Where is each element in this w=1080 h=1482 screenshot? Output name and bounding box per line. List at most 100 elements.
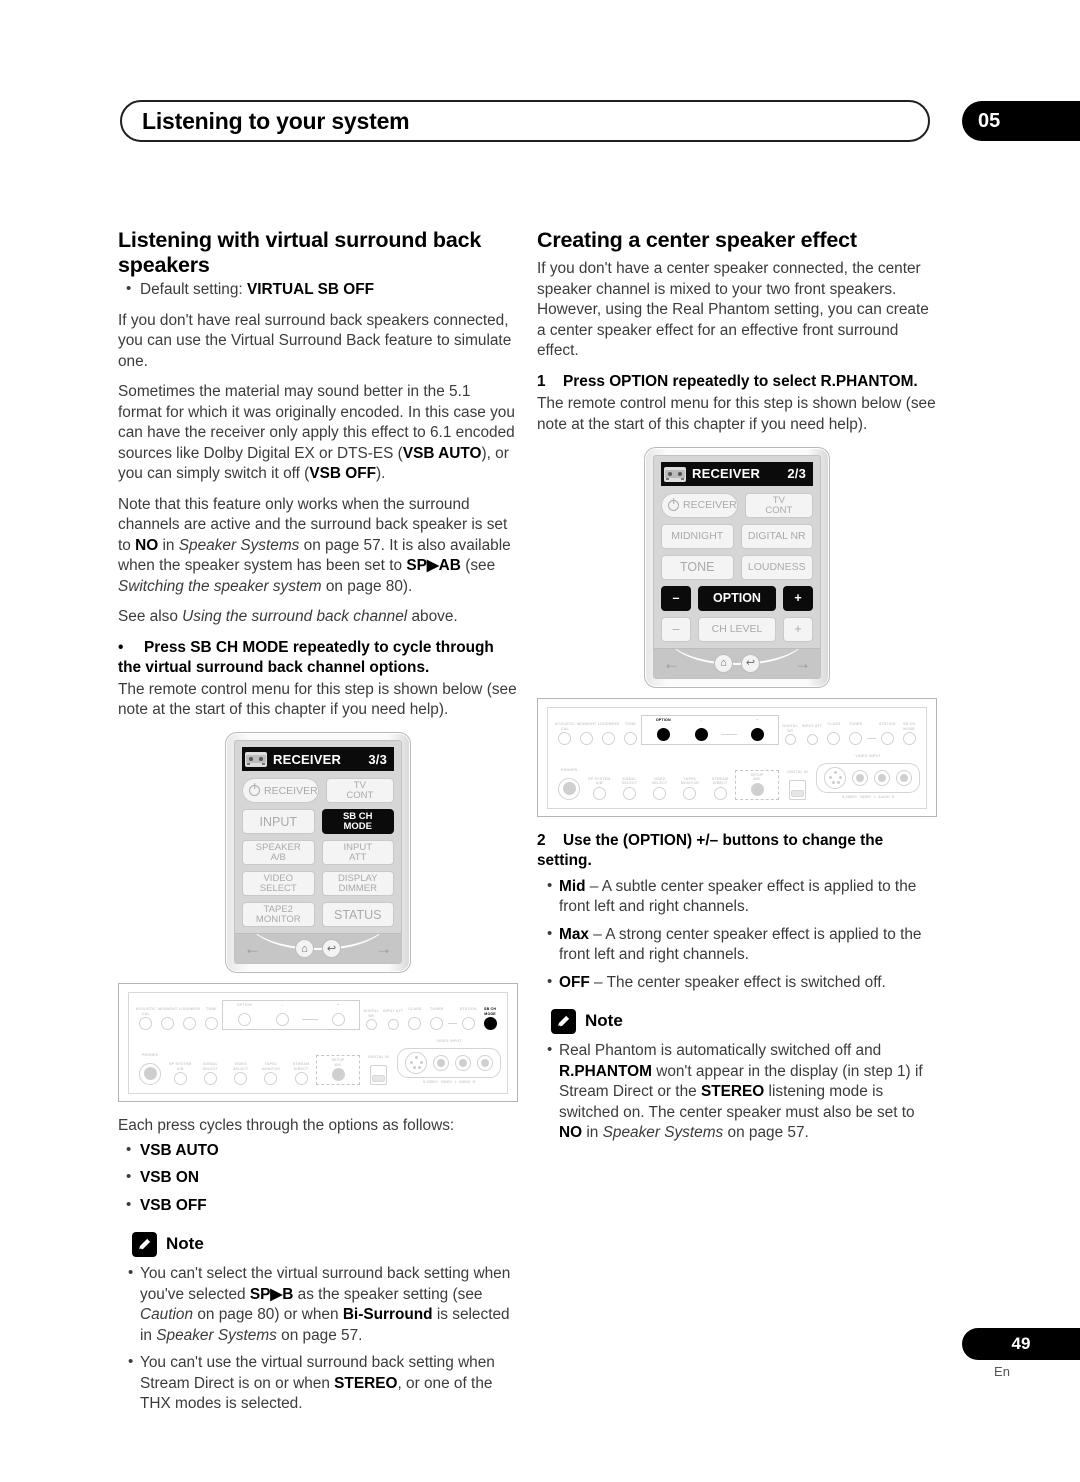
left-para-3b: in — [158, 536, 179, 554]
remote-button-midnight[interactable]: MIDNIGHT — [661, 524, 734, 550]
stereo-term: STEREO — [334, 1374, 398, 1392]
front-panel-diagram-right: ACOUSTIC CAL MIDNIGHT LOUDNESS TONE OPTI… — [537, 698, 937, 817]
knob-icon — [683, 786, 697, 800]
remote-button-display-dimmer[interactable]: DISPLAY DIMMER — [321, 871, 394, 897]
step-2-options-list: Mid – A subtle center speaker effect is … — [537, 876, 937, 993]
remote-button-tv-cont[interactable]: TV CONT — [744, 493, 813, 519]
remote-button-receiver[interactable]: RECEIVER — [242, 778, 319, 804]
knob-icon-highlighted — [483, 1017, 497, 1031]
back-icon[interactable]: ↩ — [741, 654, 760, 674]
list-item: VSB OFF — [118, 1195, 518, 1216]
panel-knob-signal-select: SIGNAL SELECT — [614, 777, 644, 800]
left-para-4: See also Using the surround back channel… — [118, 607, 518, 627]
optical-digital-in-icon — [789, 779, 807, 800]
page-header: Listening to your system 05 — [0, 100, 1080, 146]
step-2-number: 2 — [537, 831, 546, 849]
default-setting-label: Default setting: — [140, 281, 243, 299]
cycle-options-list: VSB AUTO VSB ON VSB OFF — [118, 1140, 518, 1216]
panel-label: + — [337, 1003, 340, 1008]
panel-label: MIDNIGHT — [577, 722, 597, 727]
cycle-intro: Each press cycles through the options as… — [118, 1117, 455, 1135]
knob-icon — [623, 732, 637, 746]
panel-label: STATION — [878, 722, 896, 727]
knob-icon — [203, 1072, 217, 1086]
left-arrow-icon[interactable]: ← — [663, 655, 680, 672]
knob-icon — [430, 1017, 444, 1031]
remote-button-tone[interactable]: TONE — [661, 555, 734, 581]
step-1-number: 1 — [537, 372, 546, 390]
panel-label: SETUP MIC — [750, 772, 764, 782]
remote-button-status[interactable]: STATUS — [321, 902, 394, 928]
left-column: Listening with virtual surround back spe… — [118, 228, 518, 1425]
panel-knob-stream-direct: STREAM DIRECT — [705, 777, 735, 800]
no-term: NO — [559, 1124, 583, 1142]
panel-label: TONE — [206, 1007, 217, 1012]
remote-button-speaker-ab[interactable]: SPEAKER A/B — [242, 840, 315, 866]
list-item: VSB AUTO — [118, 1140, 518, 1161]
back-icon[interactable]: ↩ — [322, 939, 341, 959]
vsb-auto-term: VSB AUTO — [402, 444, 482, 462]
note-text: in — [582, 1124, 603, 1142]
step-2-heading: 2 Use the (OPTION) +/– buttons to change … — [537, 831, 937, 872]
remote-button-receiver[interactable]: RECEIVER — [661, 493, 738, 519]
panel-connector — [721, 734, 738, 736]
remote-button-input-att[interactable]: INPUT ATT — [321, 840, 394, 866]
remote-button-ch-level[interactable]: CH LEVEL — [698, 617, 776, 643]
remote-row: – OPTION + — [661, 586, 813, 612]
remote-button-sb-ch-mode[interactable]: SB CH MODE — [321, 809, 394, 835]
left-para-2e: ). — [376, 465, 386, 483]
list-item: You can't use the virtual surround back … — [118, 1352, 518, 1414]
remote-button-option-minus[interactable]: – — [661, 586, 691, 612]
remote-screen-title-right: RECEIVER — [692, 466, 761, 482]
panel-knob-acoustic-cal: ACOUSTIC CAL — [135, 1007, 157, 1031]
remote-button-video-select[interactable]: VIDEO SELECT — [242, 871, 315, 897]
caution-ref: Caution — [140, 1306, 194, 1324]
step-1-text: Press OPTION repeatedly to select R.PHAN… — [563, 372, 918, 390]
panel-knob-tape2-monitor: TAPE2 MONITOR — [675, 777, 705, 800]
panel-digital-in: DIGITAL IN — [779, 770, 816, 800]
remote-button-option[interactable]: OPTION — [698, 586, 776, 612]
step-1-follow: The remote control menu for this step is… — [537, 395, 936, 433]
panel-connector — [447, 1023, 458, 1025]
remote-button-tape2-monitor[interactable]: TAPE2 MONITOR — [242, 902, 315, 928]
panel-connector — [302, 1019, 319, 1021]
audio-right-jack-icon — [896, 770, 913, 787]
knob-icon-highlighted — [656, 728, 670, 742]
setup-mic-jack-icon — [331, 1068, 345, 1082]
remote-button-input[interactable]: INPUT — [242, 809, 315, 835]
remote-button-option-plus[interactable]: + — [783, 586, 813, 612]
remote-row: SPEAKER A/B INPUT ATT — [242, 840, 394, 866]
knob-icon — [880, 732, 894, 746]
home-icon[interactable]: ⌂ — [714, 654, 733, 674]
panel-knob-sb-ch-mode: SB CH MODE — [479, 1007, 501, 1031]
left-arrow-icon[interactable]: ← — [244, 940, 261, 957]
jack-captions-left: S-VIDEO VIDEO L AUDIO R — [422, 1080, 476, 1085]
right-arrow-icon[interactable]: → — [794, 655, 811, 672]
remote-button-tv-cont[interactable]: TV CONT — [325, 778, 394, 804]
remote-button-ch-level-plus[interactable]: + — [783, 617, 813, 643]
knob-icon-highlighted — [750, 728, 764, 742]
remote-button-loudness[interactable]: LOUDNESS — [740, 555, 813, 581]
video-jack-icon — [852, 770, 869, 787]
power-icon — [668, 500, 679, 512]
left-para-2: Sometimes the material may sound better … — [118, 382, 518, 484]
chapter-badge: 05 — [962, 101, 1080, 141]
s-video-jack-icon — [405, 1052, 428, 1075]
panel-knob-setup-mic: SETUP MIC — [739, 773, 775, 796]
panel-label: DIGITAL NR — [782, 724, 798, 733]
remote-button-ch-level-minus[interactable]: – — [661, 617, 691, 643]
remote-mockup-right: RECEIVER 2/3 RECEIVER TV CONT MIDNIGHT D… — [644, 447, 830, 689]
right-arrow-icon[interactable]: → — [375, 940, 392, 957]
remote-row: VIDEO SELECT DISPLAY DIMMER — [242, 871, 394, 897]
remote-button-digital-nr[interactable]: DIGITAL NR — [740, 524, 813, 550]
home-icon[interactable]: ⌂ — [295, 939, 314, 959]
panel-knob-video-select: VIDEO SELECT — [226, 1062, 256, 1086]
note-label-right: Note — [585, 1011, 623, 1031]
panel-knob-loudness: LOUDNESS — [598, 722, 620, 746]
panel-setup-mic-group: SETUP MIC — [735, 769, 780, 800]
front-panel-bottom-row-left: PHONES SP SYSTEM A/B SIGNAL SELECT VIDEO… — [135, 1039, 502, 1086]
knob-icon — [173, 1072, 187, 1086]
r-phantom-term: R.PHANTOM — [559, 1062, 652, 1080]
panel-jack-phones: PHONES — [554, 768, 584, 800]
remote-body-left: RECEIVER 3/3 RECEIVER TV CONT INPUT SB C… — [234, 740, 402, 965]
